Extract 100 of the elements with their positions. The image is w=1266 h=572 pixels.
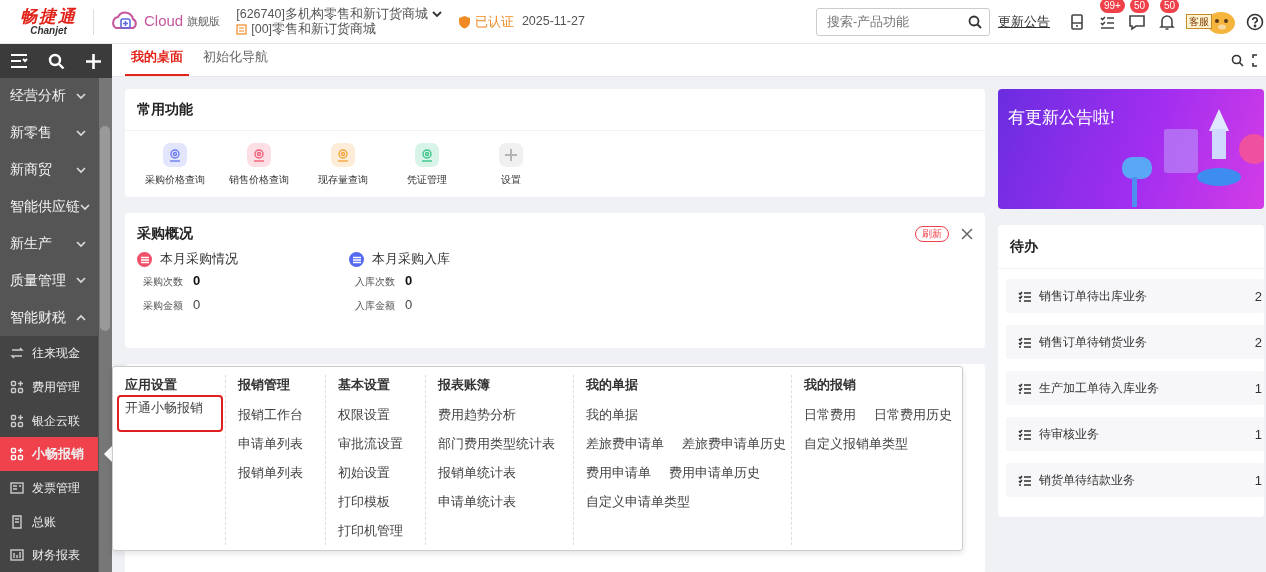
menu-icon[interactable] [10,53,28,70]
shortcut-button[interactable]: 凭证管理 [385,143,469,188]
notification-icon [1158,12,1176,31]
menu-item[interactable]: 费用申请单历史 [669,459,760,489]
module-label: 质量管理 [10,271,66,290]
todo-count: 2 [1254,333,1262,352]
menu-item[interactable]: 申请单统计表 [438,488,516,518]
sidebar-item[interactable]: 往来现金 [0,336,98,371]
sidebar-item[interactable]: 发票管理 [0,471,98,505]
list-icon [1018,382,1031,394]
function-icon [420,148,434,163]
service-label: 客服 [1186,14,1212,30]
sidebar-module[interactable]: 新商贸 [0,151,100,189]
todo-label: 销货单待结款业务 [1039,472,1135,490]
menu-item[interactable]: 开通小畅报销 [119,397,221,431]
module-label: 智能供应链 [10,197,80,216]
menu-item[interactable]: 自定义报销单类型 [804,430,908,460]
todo-label: 销售订单待销货业务 [1039,334,1147,352]
shortcut-button[interactable]: 采购价格查询 [133,143,217,188]
module-grid-icon [10,447,24,462]
todo-count: 2 [1254,287,1262,306]
menu-group-title: 报表账簿 [438,376,491,395]
sidebar-module[interactable]: 智能财税 [0,299,100,337]
menu-item[interactable]: 费用申请单 [586,459,651,489]
todo-item[interactable]: 待审核业务 1 [1006,417,1264,452]
verified-status: 已认证 [474,12,514,31]
search-icon[interactable] [48,52,65,70]
todo-label: 销售订单待出库业务 [1039,288,1147,306]
todo-item[interactable]: 销售订单待出库业务 2 [1006,279,1264,314]
metric-label: 入库次数 [355,274,396,289]
module-label: 新零售 [10,124,52,143]
close-icon[interactable] [961,227,973,240]
add-icon [504,148,518,163]
menu-item[interactable]: 日常费用 [804,401,856,431]
count-badge: 50 [1160,0,1180,13]
sidebar-module[interactable]: 经营分析 [0,77,100,115]
menu-item[interactable]: 打印机管理 [338,517,403,547]
shortcut-button[interactable]: 现存量查询 [301,143,385,188]
sidebar-item[interactable]: 财务报表 [0,538,98,572]
edition-label: 旗舰版 [187,14,221,30]
menu-item[interactable]: 部门费用类型统计表 [438,430,555,460]
todo-item[interactable]: 销售订单待销货业务 2 [1006,325,1264,360]
menu-item[interactable]: 打印模板 [338,488,390,518]
shortcut-button[interactable]: 销售价格查询 [217,143,301,188]
section-title: 本月采购情况 [160,251,238,269]
metric-label: 采购金额 [143,298,184,313]
menu-group-title: 基本设置 [338,376,391,395]
shortcut-button[interactable]: 设置 [469,143,553,188]
menu-item[interactable]: 报销单统计表 [438,459,516,489]
menu-item[interactable]: 申请单列表 [238,430,303,460]
search-icon[interactable] [968,14,982,29]
menu-item[interactable]: 权限设置 [338,401,390,431]
menu-item[interactable]: 初始设置 [338,459,390,489]
menu-item[interactable]: 费用趋势分析 [438,401,516,431]
menu-item[interactable]: 报销单列表 [238,459,303,489]
module-grid-icon [10,413,24,428]
sidebar-module[interactable]: 质量管理 [0,262,100,300]
sidebar-module[interactable]: 新生产 [0,225,100,263]
invoice-icon [10,480,24,495]
module-grid-icon [10,379,24,394]
add-icon[interactable] [85,52,102,70]
chevron-down-icon[interactable] [431,10,442,19]
menu-group-title: 我的报销 [804,376,857,395]
todo-label: 生产加工单待入库业务 [1039,380,1159,398]
search-field[interactable]: 搜索-产品功能 [816,7,990,36]
shield-icon [457,14,471,29]
menu-item[interactable]: 日常费用历史 [874,401,952,431]
menu-item[interactable]: 我的单据 [586,401,638,431]
menu-item[interactable]: 报销工作台 [238,401,303,431]
metric-value: 0 [193,272,201,291]
tab[interactable]: 初始化导航 [197,39,274,77]
sidebar-item[interactable]: 银企云联 [0,403,98,438]
menu-item[interactable]: 差旅费申请单历史 [682,430,786,460]
store-icon [236,23,248,35]
sidebar-module[interactable]: 智能供应链 [0,188,100,226]
sidebar-item[interactable]: 总账 [0,504,98,539]
menu-group-title: 报销管理 [238,376,291,395]
count-badge: 99+ [1100,0,1125,13]
sidebar-module[interactable]: 新零售 [0,114,100,152]
module-label: 经营分析 [10,87,66,106]
tab[interactable]: 我的桌面 [125,39,189,77]
brand-logo-subtitle: Chanjet [30,25,68,36]
todo-count: 1 [1254,379,1262,398]
todo-item[interactable]: 生产加工单待入库业务 1 [1006,371,1264,406]
menu-item[interactable]: 差旅费申请单 [586,430,664,460]
brand-logo-text: 畅捷通 [20,7,77,26]
menu-item[interactable]: 自定义申请单类型 [586,488,690,518]
module-label: 新生产 [10,234,52,253]
store-name: [00]零售和新订货商城 [251,21,377,37]
todo-label: 待审核业务 [1039,426,1099,444]
sidebar-item[interactable]: 费用管理 [0,370,98,404]
banner-text: 有更新公告啦! [1008,108,1115,128]
announcement-link[interactable]: 更新公告 [998,11,1050,32]
metric-label: 采购次数 [143,274,184,289]
module-label: 新商贸 [10,161,52,180]
menu-item[interactable]: 审批流设置 [338,430,403,460]
todo-item[interactable]: 销货单待结款业务 1 [1006,463,1264,498]
refresh-button[interactable]: 刷新 [915,225,949,242]
search-icon[interactable] [1231,53,1244,67]
list-icon [1018,290,1031,302]
